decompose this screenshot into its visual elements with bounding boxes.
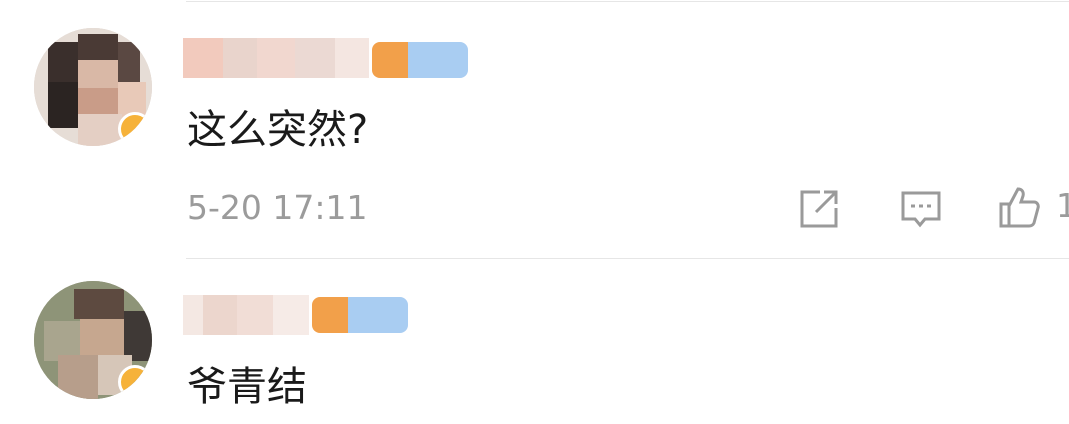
thumbs-up-icon bbox=[999, 187, 1040, 228]
comment-item: 爷青结 bbox=[0, 259, 1069, 424]
vip-badge-icon bbox=[118, 112, 152, 146]
like-count: 1 bbox=[1056, 186, 1069, 225]
username[interactable] bbox=[183, 38, 369, 78]
vip-badge-icon bbox=[118, 365, 152, 399]
reply-button[interactable] bbox=[898, 186, 944, 232]
avatar[interactable] bbox=[34, 28, 152, 146]
comment-bubble-icon bbox=[901, 191, 941, 228]
user-level-badge[interactable] bbox=[312, 297, 408, 333]
comment-text: 这么突然? bbox=[187, 107, 369, 153]
username[interactable] bbox=[183, 295, 309, 335]
share-out-icon bbox=[800, 190, 838, 228]
user-level-badge[interactable] bbox=[372, 42, 468, 78]
comment-text: 爷青结 bbox=[187, 364, 307, 410]
comment-item: 这么突然? 5-20 17:11 1 bbox=[0, 0, 1069, 258]
comment-time: 5-20 17:11 bbox=[187, 188, 368, 227]
avatar[interactable] bbox=[34, 281, 152, 399]
share-button[interactable] bbox=[796, 186, 842, 232]
like-button[interactable]: 1 bbox=[996, 184, 1069, 230]
